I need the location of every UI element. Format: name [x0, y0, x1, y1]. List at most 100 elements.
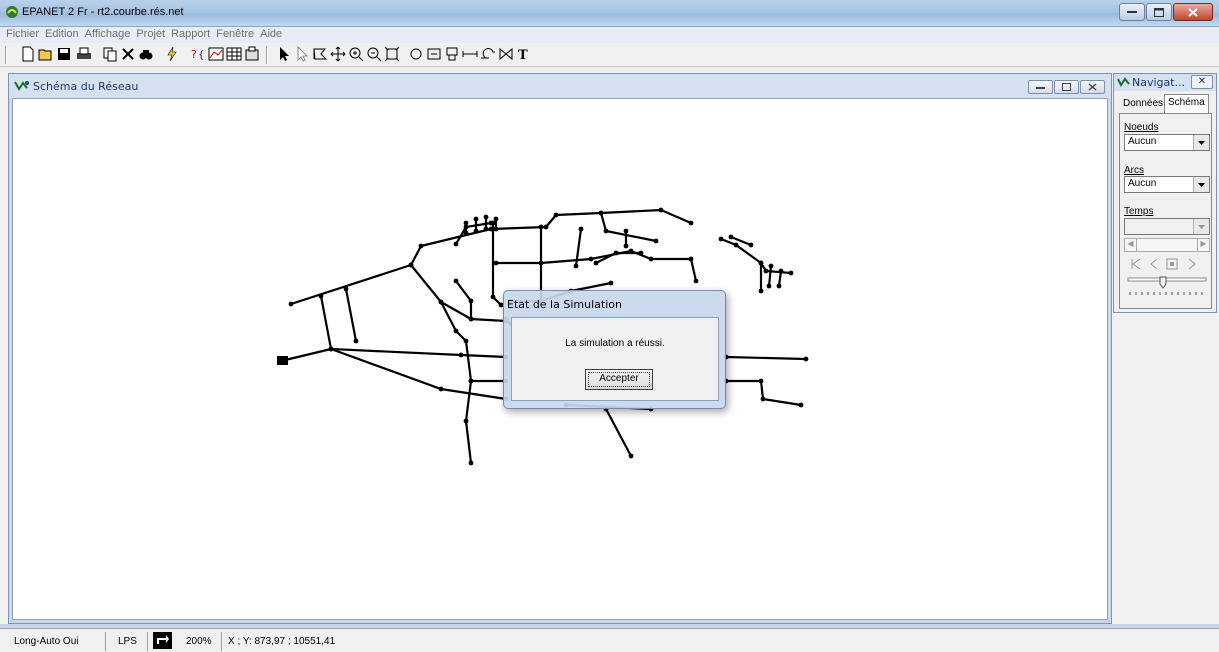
junction-node[interactable]: [318, 293, 324, 299]
junction-node[interactable]: [468, 460, 474, 466]
pipe-link[interactable]: [455, 280, 473, 319]
speed-slider[interactable]: [1126, 276, 1208, 298]
junction-node[interactable]: [483, 226, 489, 232]
pipe-link[interactable]: [280, 347, 332, 363]
status-autolength[interactable]: Long-Auto Oui: [14, 632, 106, 651]
map-close-button[interactable]: [1080, 80, 1105, 94]
delete-icon[interactable]: [120, 46, 136, 62]
pipe-link[interactable]: [725, 355, 807, 361]
junction-node[interactable]: [493, 226, 499, 232]
toolbar-grip-2[interactable]: [266, 46, 268, 64]
menu-projet[interactable]: Projet: [133, 27, 168, 43]
junction-node[interactable]: [488, 220, 494, 226]
reservoir-node[interactable]: [277, 356, 288, 365]
junction-node[interactable]: [623, 243, 629, 249]
maximize-button[interactable]: [1146, 3, 1172, 21]
pump-icon[interactable]: [480, 46, 496, 62]
new-icon[interactable]: [20, 46, 36, 62]
junction-node[interactable]: [768, 263, 774, 269]
close-button[interactable]: [1173, 3, 1213, 21]
junction-node[interactable]: [453, 241, 459, 247]
pipe-link[interactable]: [344, 288, 358, 342]
region-icon[interactable]: [312, 46, 328, 62]
junction-node[interactable]: [578, 226, 584, 232]
pipe-link[interactable]: [767, 265, 773, 287]
time-scrollbar[interactable]: ◀ ▶: [1124, 238, 1210, 252]
junction-node[interactable]: [453, 328, 459, 334]
junction-node[interactable]: [758, 260, 764, 266]
table-icon[interactable]: [226, 46, 242, 62]
vertex-icon[interactable]: [294, 46, 310, 62]
junction-node[interactable]: [438, 386, 444, 392]
junction-node[interactable]: [778, 268, 784, 274]
junction-node[interactable]: [803, 356, 809, 362]
pipe-link[interactable]: [720, 237, 792, 275]
epanet-app-icon[interactable]: [5, 5, 19, 19]
tab-schema[interactable]: Schéma: [1164, 94, 1209, 114]
zoom-in-icon[interactable]: [348, 46, 364, 62]
junction-node[interactable]: [588, 256, 594, 262]
junction-node[interactable]: [693, 278, 699, 284]
junction-node[interactable]: [598, 210, 604, 216]
chevron-down-icon[interactable]: [1193, 177, 1209, 192]
chevron-down-icon[interactable]: [1193, 219, 1209, 234]
junction-node[interactable]: [658, 207, 664, 213]
find-icon[interactable]: [138, 46, 154, 62]
junction-node[interactable]: [760, 396, 766, 402]
junction-node[interactable]: [593, 260, 599, 266]
menu-fichier[interactable]: Fichier: [3, 27, 42, 43]
scroll-right-arrow[interactable]: ▶: [1197, 239, 1209, 251]
junction-icon[interactable]: [408, 46, 424, 62]
junction-node[interactable]: [758, 378, 764, 384]
map-window-caption[interactable]: Schéma du Réseau: [9, 74, 1111, 98]
pipe-link[interactable]: [726, 379, 802, 407]
toolbar-grip[interactable]: [5, 46, 7, 64]
back-icon[interactable]: [1148, 258, 1160, 270]
pan-icon[interactable]: [330, 46, 346, 62]
pipe-link[interactable]: [605, 408, 632, 457]
junction-node[interactable]: [483, 214, 489, 220]
tab-donnees[interactable]: Données: [1120, 96, 1166, 113]
junction-node[interactable]: [688, 256, 694, 262]
junction-node[interactable]: [353, 338, 359, 344]
junction-node[interactable]: [438, 299, 444, 305]
valve-icon[interactable]: [498, 46, 514, 62]
junction-node[interactable]: [473, 216, 479, 222]
rewind-icon[interactable]: [1130, 258, 1142, 270]
junction-node[interactable]: [458, 352, 464, 358]
print-icon[interactable]: [76, 46, 92, 62]
save-icon[interactable]: [56, 46, 72, 62]
time-select[interactable]: [1124, 218, 1210, 235]
junction-node[interactable]: [623, 228, 629, 234]
junction-node[interactable]: [453, 278, 459, 284]
links-select[interactable]: Aucun: [1124, 176, 1210, 193]
pipe-link[interactable]: [496, 249, 698, 282]
forward-icon[interactable]: [1186, 258, 1198, 270]
junction-node[interactable]: [573, 263, 579, 269]
junction-node[interactable]: [468, 316, 474, 322]
open-icon[interactable]: [38, 46, 54, 62]
junction-node[interactable]: [473, 228, 479, 234]
junction-node[interactable]: [766, 283, 772, 289]
junction-node[interactable]: [603, 228, 609, 234]
copy-icon[interactable]: [102, 46, 118, 62]
minimize-button[interactable]: [1119, 3, 1145, 21]
pipe-link[interactable]: [599, 212, 657, 243]
junction-node[interactable]: [718, 236, 724, 242]
accept-button[interactable]: Accepter: [585, 369, 653, 390]
junction-node[interactable]: [553, 212, 559, 218]
stop-icon[interactable]: [1166, 258, 1178, 270]
junction-node[interactable]: [788, 270, 794, 276]
junction-node[interactable]: [493, 260, 499, 266]
junction-node[interactable]: [463, 220, 469, 226]
junction-node[interactable]: [653, 238, 659, 244]
junction-node[interactable]: [463, 418, 469, 424]
junction-node[interactable]: [463, 230, 469, 236]
run-icon[interactable]: [164, 46, 180, 62]
junction-node[interactable]: [648, 256, 654, 262]
scroll-left-arrow[interactable]: ◀: [1125, 239, 1137, 251]
pipe-link[interactable]: [440, 301, 473, 464]
zoom-out-icon[interactable]: [366, 46, 382, 62]
junction-node[interactable]: [763, 268, 769, 274]
junction-node[interactable]: [463, 338, 469, 344]
